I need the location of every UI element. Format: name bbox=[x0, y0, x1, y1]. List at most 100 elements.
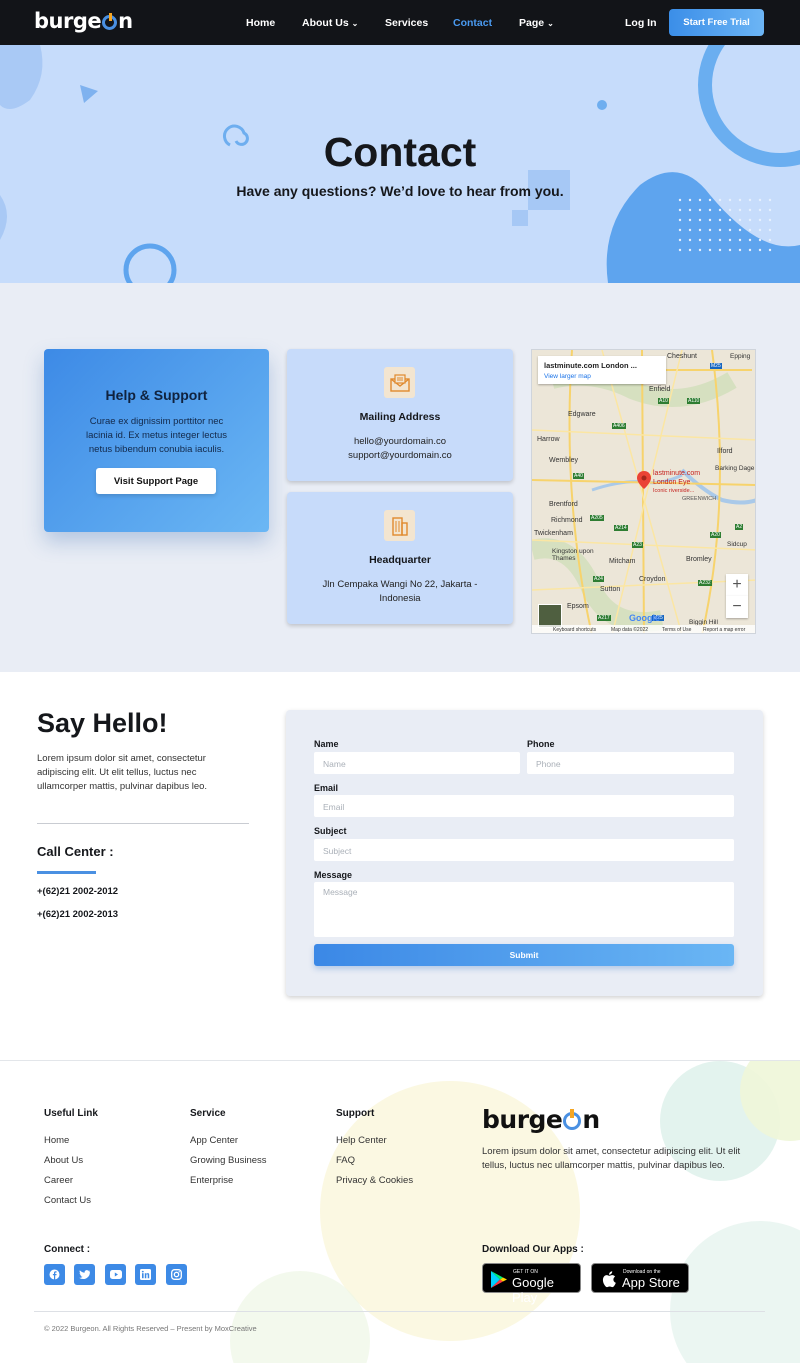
google-play-button[interactable]: GET IT ON Google Play bbox=[482, 1263, 581, 1305]
logo-o-mark bbox=[563, 1109, 582, 1130]
map-label-cheshunt: Cheshunt bbox=[667, 353, 697, 360]
map-road-label: A23 bbox=[632, 542, 643, 548]
map-tiles bbox=[532, 350, 755, 633]
login-link[interactable]: Log In bbox=[625, 17, 657, 29]
map-terms-link[interactable]: Terms of Use bbox=[662, 627, 691, 633]
phone-label: Phone bbox=[527, 739, 555, 749]
footer-link-home[interactable]: Home bbox=[44, 1135, 69, 1146]
footer-link-career[interactable]: Career bbox=[44, 1175, 73, 1186]
top-navbar: burge n Home About Us ⌄ Services Contact P… bbox=[0, 0, 800, 45]
map-pin-icon[interactable] bbox=[637, 471, 651, 489]
footer-link-about[interactable]: About Us bbox=[44, 1155, 83, 1166]
footer-logo[interactable]: burge n bbox=[482, 1105, 600, 1134]
map-google-brand: Google bbox=[629, 613, 660, 623]
footer-link-app-center[interactable]: App Center bbox=[190, 1135, 238, 1146]
message-textarea[interactable]: Message bbox=[314, 882, 734, 937]
say-hello-text: Lorem ipsum dolor sit amet, consectetur … bbox=[37, 753, 208, 792]
map-road-label: A406 bbox=[612, 423, 626, 429]
phone-number-2[interactable]: +(62)21 2002-2013 bbox=[37, 909, 118, 920]
chevron-down-icon: ⌄ bbox=[547, 19, 554, 28]
logo-o-mark bbox=[102, 13, 118, 30]
map-pin-label-3: Iconic riverside... bbox=[653, 488, 695, 494]
map-label-epping: Epping bbox=[730, 353, 751, 360]
google-map[interactable]: lastminute.com London ... View larger ma… bbox=[531, 349, 756, 634]
map-road-label: A232 bbox=[698, 580, 712, 586]
footer-link-faq[interactable]: FAQ bbox=[336, 1155, 355, 1166]
map-label-edgware: Edgware bbox=[568, 411, 596, 418]
map-road-label: A110 bbox=[687, 398, 701, 404]
divider bbox=[37, 823, 249, 824]
email-input[interactable]: Email bbox=[314, 795, 734, 817]
google-play-big: Google Play bbox=[512, 1275, 554, 1305]
logo[interactable]: burge n bbox=[34, 9, 133, 33]
map-road-label: A2 bbox=[735, 524, 744, 530]
phone-number-1[interactable]: +(62)21 2002-2012 bbox=[37, 886, 118, 897]
name-input[interactable]: Name bbox=[314, 752, 520, 774]
nav-about[interactable]: About Us ⌄ bbox=[302, 17, 358, 29]
map-place-title: lastminute.com London ... bbox=[544, 361, 637, 370]
support-title: Support bbox=[336, 1108, 375, 1119]
instagram-icon[interactable] bbox=[166, 1264, 187, 1285]
mailing-email-2: support@yourdomain.co bbox=[348, 450, 452, 461]
map-label-sutton: Sutton bbox=[600, 586, 621, 593]
map-road-label: M25 bbox=[710, 363, 722, 369]
subject-input[interactable]: Subject bbox=[314, 839, 734, 861]
hero-banner: Contact Have any questions? We’d love to… bbox=[0, 45, 800, 283]
footer-link-privacy[interactable]: Privacy & Cookies bbox=[336, 1175, 413, 1186]
nav-home[interactable]: Home bbox=[246, 17, 275, 29]
nav-about-label: About Us bbox=[302, 17, 349, 29]
mailing-email-1: hello@yourdomain.co bbox=[353, 436, 447, 447]
map-road-label: A24 bbox=[593, 576, 604, 582]
footer-about-text: Lorem ipsum dolor sit amet, consectetur … bbox=[482, 1146, 741, 1171]
footer-divider bbox=[34, 1311, 765, 1312]
mailing-title: Mailing Address bbox=[359, 411, 441, 423]
visit-support-button[interactable]: Visit Support Page bbox=[96, 468, 216, 494]
apple-icon bbox=[602, 1271, 616, 1288]
mailing-address-card: Mailing Address hello@yourdomain.co supp… bbox=[287, 349, 513, 481]
app-store-button[interactable]: Download on the App Store bbox=[591, 1263, 689, 1293]
map-label-enfield: Enfield bbox=[649, 386, 671, 393]
footer-link-enterprise[interactable]: Enterprise bbox=[190, 1175, 233, 1186]
app-store-big: App Store bbox=[622, 1275, 680, 1290]
phone-input[interactable]: Phone bbox=[527, 752, 734, 774]
envelope-icon bbox=[384, 367, 415, 398]
footer-link-growing-business[interactable]: Growing Business bbox=[190, 1155, 267, 1166]
linkedin-icon[interactable] bbox=[135, 1264, 156, 1285]
contact-form: Name Name Phone Phone Email Email Subjec… bbox=[286, 710, 763, 996]
copyright-text: © 2022 Burgeon. All Rights Reserved – Pr… bbox=[44, 1324, 257, 1333]
nav-contact[interactable]: Contact bbox=[453, 17, 492, 29]
map-label-harrow: Harrow bbox=[537, 436, 560, 443]
map-zoom-in-button[interactable]: + bbox=[726, 574, 748, 596]
map-label-richmond: Richmond bbox=[551, 517, 583, 524]
map-report-link[interactable]: Report a map error bbox=[703, 627, 745, 633]
submit-button[interactable]: Submit bbox=[314, 944, 734, 966]
help-title: Help & Support bbox=[105, 387, 208, 403]
twitter-icon[interactable] bbox=[74, 1264, 95, 1285]
facebook-icon[interactable] bbox=[44, 1264, 65, 1285]
nav-services[interactable]: Services bbox=[385, 17, 428, 29]
call-center-title: Call Center : bbox=[37, 844, 114, 859]
map-label-croydon: Croydon bbox=[639, 576, 666, 583]
map-road-label: A217 bbox=[597, 615, 611, 621]
map-view-larger-link[interactable]: View larger map bbox=[544, 373, 591, 380]
youtube-icon[interactable] bbox=[105, 1264, 126, 1285]
nav-page[interactable]: Page ⌄ bbox=[519, 17, 554, 29]
site-footer: Useful Link Home About Us Career Contact… bbox=[0, 1060, 800, 1363]
download-apps-title: Download Our Apps : bbox=[482, 1244, 584, 1255]
map-footer-bar: Keyboard shortcuts Map data ©2022 Terms … bbox=[532, 625, 755, 633]
google-play-icon bbox=[491, 1271, 507, 1288]
footer-link-contact[interactable]: Contact Us bbox=[44, 1195, 91, 1206]
service-title: Service bbox=[190, 1108, 226, 1119]
map-road-label: A205 bbox=[590, 515, 604, 521]
start-trial-button[interactable]: Start Free Trial bbox=[669, 9, 764, 36]
say-hello-title: Say Hello! bbox=[37, 708, 168, 738]
useful-link-title: Useful Link bbox=[44, 1108, 98, 1119]
map-zoom-out-button[interactable]: − bbox=[726, 596, 748, 618]
headquarter-title: Headquarter bbox=[369, 554, 431, 566]
footer-link-help-center[interactable]: Help Center bbox=[336, 1135, 387, 1146]
map-road-label: A40 bbox=[573, 473, 584, 479]
contact-info-section: Help & Support Curae ex dignissim portti… bbox=[0, 283, 800, 672]
email-label: Email bbox=[314, 783, 339, 793]
map-keyboard-shortcuts[interactable]: Keyboard shortcuts bbox=[553, 627, 596, 633]
message-label: Message bbox=[314, 870, 353, 880]
